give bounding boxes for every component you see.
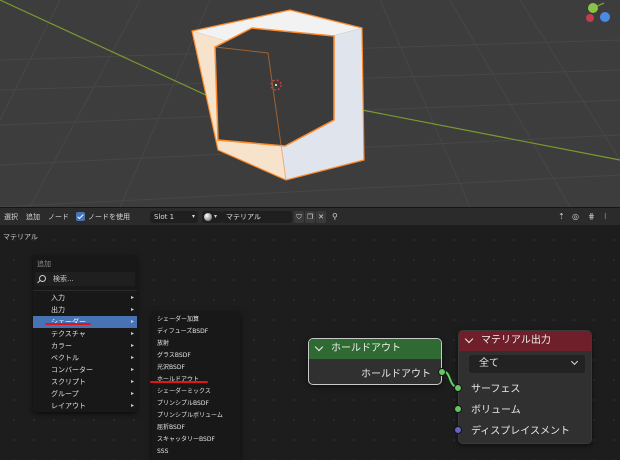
menu-node[interactable]: ノード (48, 212, 69, 222)
volume-input-socket[interactable] (454, 405, 462, 413)
chevron-right-icon: ▸ (130, 342, 134, 349)
material-output-node[interactable]: マテリアル出力 全て サーフェス ボリューム ディスプレイスメント (454, 330, 592, 444)
material-sphere-icon (204, 213, 212, 221)
submenu-item-add-shader[interactable]: シェーダー加算 (157, 314, 199, 326)
close-icon[interactable]: ✕ (316, 211, 326, 223)
menu-item-label: レイアウト (51, 402, 86, 410)
menu-divider (33, 290, 137, 291)
viewport-grid (0, 0, 620, 207)
material-browse-button[interactable]: ▾ (202, 211, 222, 223)
chevron-down-icon[interactable] (314, 342, 324, 352)
surface-input-socket[interactable] (454, 384, 462, 392)
menu-item-label: 出力 (51, 306, 65, 314)
holdout-output-socket[interactable] (438, 368, 446, 376)
menu-item-label: グループ (51, 390, 79, 398)
red-annotation-underline-holdout (150, 381, 208, 383)
menu-item-vector[interactable]: ベクトル ▸ (33, 352, 137, 364)
use-nodes-checkbox[interactable] (76, 212, 85, 221)
holdout-node[interactable]: ホールドアウト ホールドアウト (308, 338, 446, 385)
menu-item-texture[interactable]: テクスチャ ▸ (33, 328, 137, 340)
holdout-output-label: ホールドアウト (361, 369, 431, 380)
volume-input-label: ボリューム (471, 405, 521, 416)
snap-menu-icon[interactable]: ⁝ (604, 211, 607, 223)
submenu-item-principled-volume[interactable]: プリンシプルボリューム (157, 410, 223, 422)
menu-select[interactable]: 選択 (4, 212, 18, 222)
submenu-item-scatter-bsdf[interactable]: スキャッタリーBSDF (157, 434, 215, 446)
add-menu: 追加 検索... 入力 ▸ 出力 ▸ シェーダー ▸ テクスチャ ▸ カラー ▸ ベクトル… (33, 255, 137, 412)
menu-item-label: カラー (51, 342, 72, 350)
menu-item-converter[interactable]: コンバーター ▸ (33, 364, 137, 376)
menu-item-layout[interactable]: レイアウト ▸ (33, 400, 137, 412)
menu-item-label: テクスチャ (51, 330, 86, 338)
target-dropdown[interactable]: 全て (469, 355, 585, 373)
menu-item-label: コンバーター (51, 366, 93, 374)
submenu-item-diffuse-bsdf[interactable]: ディフューズBSDF (157, 326, 208, 338)
menu-item-label: スクリプト (51, 378, 86, 386)
menu-add[interactable]: 追加 (26, 212, 40, 222)
breadcrumb: マテリアル (3, 233, 38, 241)
chevron-right-icon: ▸ (130, 402, 134, 409)
duplicate-icon[interactable]: ❐ (305, 211, 315, 223)
blender-window: 選択 追加 ノード ノードを使用 Slot 1 ▾ ▾ マテリアル ⛉ ❐ ✕ … (0, 0, 620, 460)
chevron-right-icon: ▸ (130, 294, 134, 301)
add-menu-title: 追加 (37, 260, 51, 268)
slot-dropdown[interactable]: Slot 1 ▾ (150, 211, 198, 223)
menu-item-color[interactable]: カラー ▸ (33, 340, 137, 352)
menu-item-input[interactable]: 入力 ▸ (33, 292, 137, 304)
material-output-node-title: マテリアル出力 (481, 335, 551, 346)
search-icon (39, 275, 46, 282)
surface-input-label: サーフェス (471, 384, 521, 395)
menu-item-shader[interactable]: シェーダー ▸ (33, 316, 137, 328)
chevron-down-icon: ▾ (214, 213, 218, 220)
menu-item-script[interactable]: スクリプト ▸ (33, 376, 137, 388)
3d-viewport[interactable] (0, 0, 620, 207)
snap-icon[interactable]: ⋕ (588, 211, 595, 223)
submenu-item-glass-bsdf[interactable]: グラスBSDF (157, 350, 191, 362)
displacement-input-label: ディスプレイスメント (471, 426, 570, 437)
node-editor-header: 選択 追加 ノード ノードを使用 Slot 1 ▾ ▾ マテリアル ⛉ ❐ ✕ … (0, 207, 620, 225)
search-placeholder: 検索... (53, 275, 74, 283)
chevron-right-icon: ▸ (130, 390, 134, 397)
material-output-node-header[interactable]: マテリアル出力 (459, 331, 591, 351)
submenu-item-holdout[interactable]: ホールドアウト (157, 374, 199, 386)
parent-node-icon[interactable]: ⇡ (558, 211, 565, 223)
submenu-item-glossy-bsdf[interactable]: 光沢BSDF (157, 362, 185, 374)
menu-item-group[interactable]: グループ ▸ (33, 388, 137, 400)
overlay-icon[interactable]: ◎ (572, 211, 579, 223)
menu-item-output[interactable]: 出力 ▸ (33, 304, 137, 316)
add-menu-search-input[interactable]: 検索... (35, 272, 135, 286)
chevron-right-icon: ▸ (130, 318, 134, 325)
material-name-field[interactable]: マテリアル (222, 211, 292, 223)
shader-submenu: シェーダー加算 ディフューズBSDF 放射 グラスBSDF 光沢BSDF ホール… (152, 312, 240, 460)
target-value: 全て (479, 358, 499, 369)
chevron-down-icon (570, 357, 579, 366)
chevron-right-icon: ▸ (130, 366, 134, 373)
submenu-item-emission[interactable]: 放射 (157, 338, 169, 350)
chevron-down-icon: ▾ (191, 213, 195, 220)
slot-label: Slot 1 (154, 213, 175, 221)
submenu-item-mix-shader[interactable]: シェーダーミックス (157, 386, 211, 398)
chevron-down-icon[interactable] (464, 334, 474, 344)
chevron-right-icon: ▸ (130, 354, 134, 361)
use-nodes-label: ノードを使用 (88, 213, 130, 221)
chevron-right-icon: ▸ (130, 330, 134, 337)
red-annotation-underline-shader (45, 323, 91, 325)
chevron-right-icon: ▸ (130, 306, 134, 313)
submenu-item-principled-bsdf[interactable]: プリンシプルBSDF (157, 398, 209, 410)
menu-item-label: ベクトル (51, 354, 79, 362)
holdout-node-title: ホールドアウト (331, 343, 401, 354)
chevron-right-icon: ▸ (130, 378, 134, 385)
menu-item-label: 入力 (51, 294, 65, 302)
displacement-input-socket[interactable] (454, 426, 462, 434)
fake-user-shield-icon[interactable]: ⛉ (294, 211, 304, 223)
submenu-item-sss[interactable]: SSS (157, 446, 168, 458)
pin-icon[interactable]: ⚲ (332, 211, 338, 223)
holdout-node-header[interactable]: ホールドアウト (309, 339, 441, 359)
submenu-item-refraction-bsdf[interactable]: 屈折BSDF (157, 422, 185, 434)
